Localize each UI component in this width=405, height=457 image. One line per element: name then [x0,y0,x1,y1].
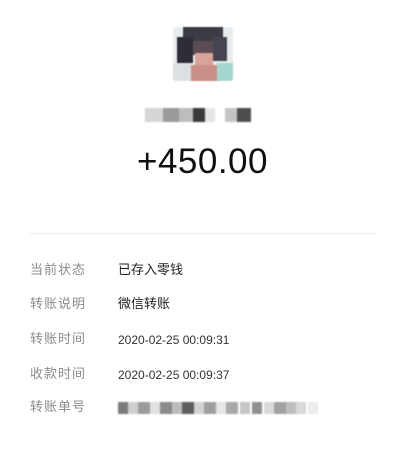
receive-time-value: 2020-02-25 00:09:37 [118,368,230,382]
note-value: 微信转账 [118,297,171,312]
avatar [173,27,233,81]
transfer-id-pixelated [118,402,348,414]
detail-row-note: 转账说明 微信转账 [30,295,390,315]
detail-row-receive-time: 收款时间 2020-02-25 00:09:37 [30,365,390,385]
transfer-id-label: 转账单号 [30,400,87,415]
detail-row-transfer-time: 转账时间 2020-02-25 00:09:31 [30,330,390,350]
status-value: 已存入零钱 [118,263,184,278]
detail-row-transfer-id: 转账单号 [30,398,390,418]
transfer-time-label: 转账时间 [30,332,87,347]
transfer-time-value: 2020-02-25 00:09:31 [118,333,230,347]
transfer-amount: +450.00 [137,142,268,181]
receive-time-label: 收款时间 [30,367,87,382]
divider [30,233,375,234]
payer-name [145,108,260,122]
detail-row-status: 当前状态 已存入零钱 [30,261,390,281]
status-label: 当前状态 [30,263,87,278]
note-label: 转账说明 [30,297,87,312]
